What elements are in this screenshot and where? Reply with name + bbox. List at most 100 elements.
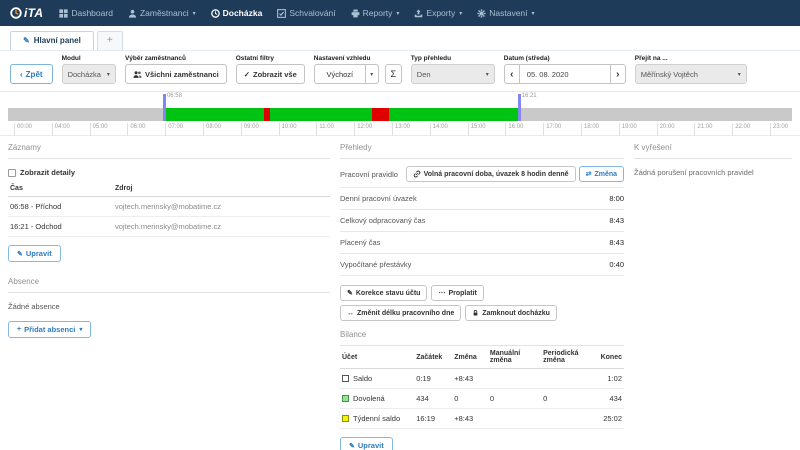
timeline-tick-label: 09:00 [241,123,259,136]
timeline-marker [518,94,521,121]
timeline-tick-label: 21:00 [694,123,712,136]
brand-text: iTA [24,6,43,20]
date-field[interactable]: 05. 08. 2020 [520,64,610,84]
change-rule-button[interactable]: ⇄ Změna [579,166,624,182]
check-icon: ✓ [244,70,250,79]
balance-start: 0:19 [414,369,452,389]
check-square-icon [277,9,286,18]
account-correction-button[interactable]: ✎ Korekce stavu účtu [340,285,427,301]
nav-item-dashboard[interactable]: Dashboard [59,8,113,18]
clock-icon [211,9,220,18]
sum-button[interactable]: Σ [385,64,402,84]
modul-select[interactable]: Docházka ▾ [62,64,116,84]
edit-icon: ✎ [23,36,30,45]
people-icon [133,70,142,79]
chevron-down-icon: ▾ [193,10,196,17]
gear-icon [477,9,486,18]
add-absence-button[interactable]: + Přidat absenci ▾ [8,321,91,338]
timeline-marker [163,94,166,121]
stat-label: Vypočítané přestávky [340,260,411,269]
sigma-icon: Σ [390,69,396,79]
export-icon [414,9,423,18]
nav-item-zamestnanci[interactable]: Zaměstnanci ▾ [128,8,196,18]
issues-empty-text: Žádná porušení pracovních pravidel [634,168,792,177]
stat-row: Vypočítané přestávky0:40 [340,254,624,276]
chevron-down-icon: ▾ [370,71,373,78]
goto-select[interactable]: Měřínský Vojtěch ▾ [635,64,747,84]
nav-item-dochazka[interactable]: Docházka [211,8,263,18]
balance-col-end: Konec [599,346,624,369]
tab-hlavni-panel[interactable]: ✎ Hlavní panel [10,31,94,50]
balance-col-manual: Manuální změna [488,346,541,369]
add-tab-button[interactable]: + [97,31,123,50]
appearance-select[interactable]: Výchozí [314,64,366,84]
nav-item-nastaveni[interactable]: Nastavení ▾ [477,8,534,18]
view-type-select[interactable]: Den ▾ [411,64,495,84]
stat-row: Celkový odpracovaný čas8:43 [340,210,624,232]
chevron-down-icon: ▾ [532,10,535,17]
records-title: Záznamy [8,136,330,159]
edit-balance-button[interactable]: ✎ Upravit [340,437,393,450]
stat-label: Placený čas [340,238,380,247]
timeline-tick-label: 11:00 [316,123,334,136]
date-next-button[interactable]: › [610,64,626,84]
nav-item-exporty[interactable]: Exporty ▾ [414,8,462,18]
nav-item-schvalovani[interactable]: Schvalování [277,8,335,18]
timeline-ticks-row: 00:0004:0005:0006:0007:0008:0009:0010:00… [8,121,792,135]
timeline-tick-label: 05:00 [90,123,108,136]
record-row: 16:21 - Odchodvojtech.merinsky@mobatime.… [8,217,330,237]
lock-attendance-button[interactable]: Zamknout docházku [465,305,557,321]
date-prev-button[interactable]: ‹ [504,64,520,84]
stat-row: Denní pracovní úvazek8:00 [340,188,624,210]
appearance-label: Nastavení vzhledu [314,55,402,62]
stat-value: 8:00 [609,194,624,203]
balance-change: +8:43 [452,369,488,389]
balance-account: Dovolená [340,389,414,409]
work-rule-label: Pracovní pravidlo [340,170,398,179]
chevron-down-icon: ▾ [486,71,489,78]
balance-col-start: Začátek [414,346,452,369]
edit-icon: ✎ [17,250,23,258]
show-details-label: Zobrazit detaily [20,168,75,177]
records-col-source: Zdroj [113,181,330,197]
issues-title: K vyřešení [634,136,792,159]
record-time: 06:58 - Příchod [8,197,113,217]
user-icon [128,9,137,18]
overview-stats: Denní pracovní úvazek8:00Celkový odpraco… [340,188,624,276]
balance-account: Saldo [340,369,414,389]
timeline-tick-label: 20:00 [657,123,675,136]
stat-label: Celkový odpracovaný čas [340,216,425,225]
swap-icon: ⇄ [586,170,592,178]
change-day-length-button[interactable]: ↔ Změnit délku pracovního dne [340,305,461,321]
appearance-caret-button[interactable]: ▾ [366,64,379,84]
timeline-tick-label: 07:00 [165,123,183,136]
clock-logo-icon [10,7,22,19]
timeline-bar[interactable] [8,108,792,121]
timeline-tick-label: 15:00 [468,123,486,136]
nav-item-reporty[interactable]: Reporty ▾ [351,8,400,18]
view-type-label: Typ přehledu [411,55,495,62]
work-rule-button[interactable]: Volná pracovní doba, úvazek 8 hodin denn… [406,166,576,182]
pay-out-button[interactable]: ⋯ Proplatit [431,285,483,301]
timeline-marker-time: 16:21 [522,93,537,99]
balance-start: 16:19 [414,409,452,429]
edit-records-button[interactable]: ✎ Upravit [8,245,61,262]
printer-icon [351,9,360,18]
goto-label: Přejít na ... [635,55,747,62]
timeline-tick-label: 14:00 [430,123,448,136]
back-button[interactable]: ‹ Zpět [10,64,53,84]
app-logo[interactable]: iTA [10,6,43,20]
chevron-left-icon: ‹ [510,69,513,80]
filters-button[interactable]: ✓ Zobrazit vše [236,64,305,84]
record-source: vojtech.merinsky@mobatime.cz [113,217,330,237]
edit-icon: ✎ [347,289,353,297]
overview-actions: ✎ Korekce stavu účtu ⋯ Proplatit ↔ Změni… [340,285,590,321]
show-details-checkbox[interactable] [8,169,16,177]
employees-button[interactable]: Všichni zaměstnanci [125,64,227,84]
balance-end: 1:02 [599,369,624,389]
employees-label: Výběr zaměstnanců [125,55,227,62]
timeline-tick-label: 16:00 [505,123,523,136]
timeline-tick-label: 10:00 [279,123,297,136]
date-label: Datum (středa) [504,55,626,62]
chevron-down-icon: ▾ [738,71,741,78]
